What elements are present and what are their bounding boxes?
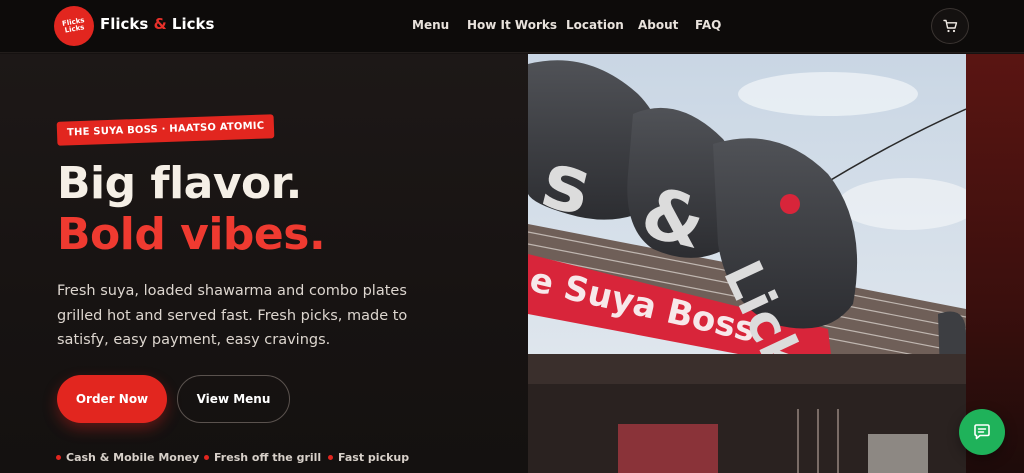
brand-name[interactable]: Flicks & Licks [100,15,214,33]
nav-location[interactable]: Location [566,18,624,32]
feature-label: Cash & Mobile Money [66,451,200,464]
cart-icon [942,19,957,33]
cart-button[interactable] [931,8,969,44]
logo[interactable]: Flicks Licks [54,6,94,46]
nav-faq[interactable]: FAQ [695,18,721,32]
bullet-dot-icon [204,454,209,460]
hero-description: Fresh suya, loaded shawarma and combo pl… [57,283,408,348]
headline-accent: Bold vibes. [57,209,326,260]
logo-text: Flicks Licks [61,16,86,35]
feature-fresh-grill: Fresh off the grill [204,451,321,464]
chat-button[interactable] [959,409,1005,455]
feature-cash-mobile-money: Cash & Mobile Money [56,451,199,464]
nav-about[interactable]: About [638,18,678,32]
feature-fast-pickup: Fast pickup [328,451,409,464]
brand-ampersand: & [153,15,167,33]
bullet-dot-icon [56,454,61,460]
bullet-dot-icon [328,454,333,460]
brand-part-1: Flicks [100,15,149,33]
feature-label: Fast pickup [338,451,410,464]
brand-part-2: Licks [171,15,215,33]
order-now-button[interactable]: Order Now [57,375,167,423]
nav-how-it-works[interactable]: How It Works [467,18,557,32]
nav-menu[interactable]: Menu [412,18,449,32]
hero-image: e Suya Boss s & Licks [528,54,1024,473]
storefront-photo: e Suya Boss s & Licks [528,54,966,473]
chat-icon [974,424,990,440]
feature-label: Fresh off the grill [214,451,322,464]
headline-primary: Big flavor. [57,158,302,209]
view-menu-button[interactable]: View Menu [177,375,290,423]
site-header: Flicks Licks Flicks & Licks Menu How It … [0,0,1024,53]
